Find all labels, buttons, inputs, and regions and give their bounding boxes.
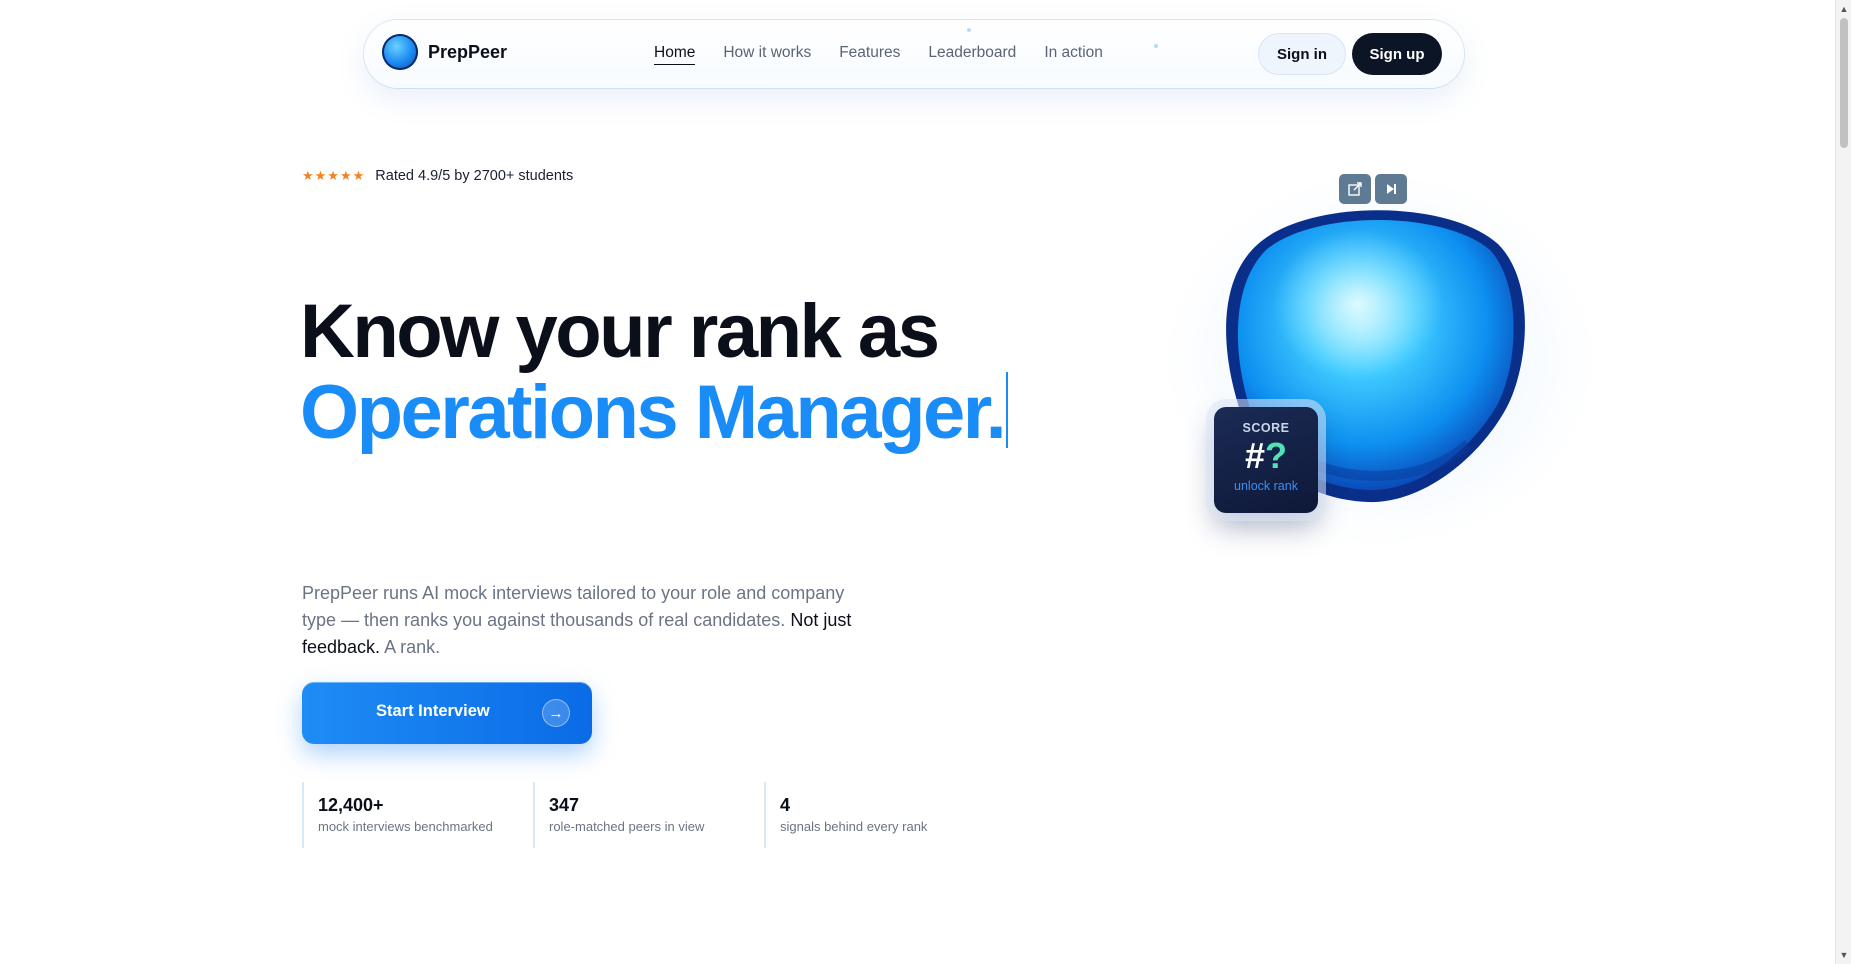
brand-name: PrepPeer [428, 41, 508, 62]
rating-text: Rated 4.9/5 by 2700+ students [375, 168, 574, 184]
unlock-rank-link[interactable]: unlock rank [1214, 479, 1318, 493]
nav-link-how-it-works[interactable]: How it works [723, 44, 811, 64]
nav-link-features[interactable]: Features [839, 44, 900, 64]
hero-headline: Know your rank as Operations Manager. [300, 289, 1009, 455]
start-interview-label: Start Interview [376, 702, 490, 720]
stat-value: 12,400+ [318, 795, 384, 815]
nav-link-home[interactable]: Home [654, 44, 696, 65]
score-hash: # [1244, 435, 1266, 476]
stat-value: 347 [549, 795, 580, 815]
headline-line-1: Know your rank as [300, 289, 940, 374]
score-label: SCORE [1242, 421, 1290, 435]
skip-icon[interactable] [1375, 174, 1407, 204]
sign-up-button[interactable]: Sign up [1352, 33, 1442, 75]
decor-dot [1154, 44, 1158, 48]
desc-part-1: PrepPeer runs AI mock interviews tailore… [302, 583, 845, 630]
desc-part-3: A rank. [384, 637, 441, 657]
score-question: ? [1265, 435, 1288, 476]
nav-links: Home How it works Features Leaderboard I… [654, 20, 1103, 88]
stat-item: 347 role-matched peers in view [533, 782, 764, 848]
popout-icon[interactable] [1339, 174, 1371, 204]
page-scrollbar[interactable]: ▲ ▼ [1835, 0, 1851, 964]
stat-item: 12,400+ mock interviews benchmarked [302, 782, 533, 848]
decor-dot [967, 28, 971, 32]
stat-label: role-matched peers in view [549, 819, 705, 834]
arrow-right-icon: → [542, 699, 570, 727]
star-rating-icon: ★★★★★ [302, 168, 366, 183]
stat-label: signals behind every rank [780, 819, 928, 834]
top-navbar: PrepPeer Home How it works Features Lead… [364, 20, 1464, 88]
brand[interactable]: PrepPeer [382, 34, 507, 70]
sign-in-button[interactable]: Sign in [1258, 33, 1346, 75]
hero-description: PrepPeer runs AI mock interviews tailore… [302, 580, 872, 661]
headline-role: Operations Manager. [300, 370, 1007, 455]
stat-label: mock interviews benchmarked [318, 819, 493, 834]
stats-row: 12,400+ mock interviews benchmarked 347 … [302, 782, 995, 848]
brand-logo-icon [382, 34, 418, 70]
typing-caret [1006, 372, 1009, 448]
score-value: #? [1214, 437, 1318, 475]
nav-link-leaderboard[interactable]: Leaderboard [928, 44, 1016, 64]
scroll-down-icon[interactable]: ▼ [1839, 950, 1849, 960]
score-card[interactable]: SCORE #? unlock rank [1214, 407, 1318, 513]
nav-link-in-action[interactable]: In action [1044, 44, 1103, 64]
stat-item: 4 signals behind every rank [764, 782, 995, 848]
start-interview-button[interactable]: Start Interview → [302, 682, 592, 744]
rating: ★★★★★ Rated 4.9/5 by 2700+ students [302, 168, 573, 184]
scroll-up-icon[interactable]: ▲ [1839, 4, 1849, 14]
scroll-thumb[interactable] [1840, 18, 1848, 148]
stat-value: 4 [780, 795, 791, 815]
